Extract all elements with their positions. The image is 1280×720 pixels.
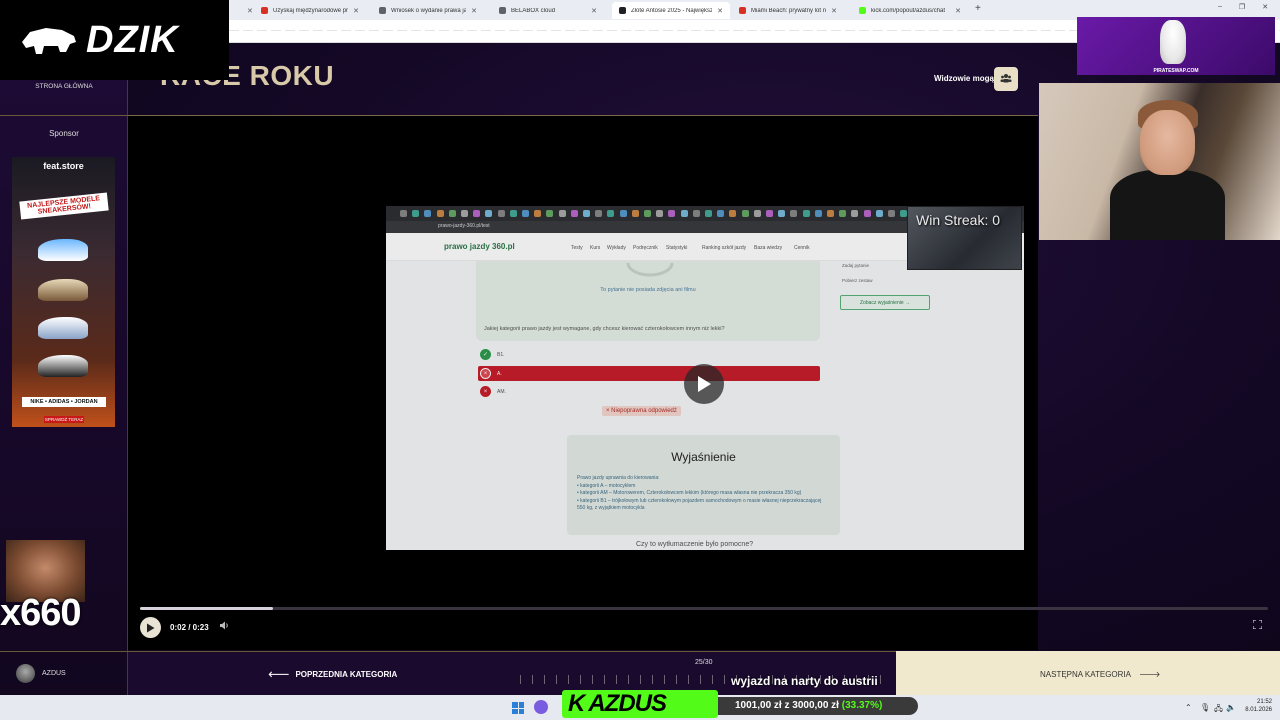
chevron-up-icon[interactable]: ⌃ [1185,703,1192,712]
browser-tab[interactable]: Wniosek o wydanie prawa jazdy ✕ [372,2,484,19]
tab-favicon-icon [499,7,506,14]
tab-close-icon[interactable]: ✕ [240,2,254,19]
tab-favicon-icon [859,7,866,14]
tab-title: Miami Beach: prywatny lot nad [751,7,827,14]
category-counter: 25/30 [695,659,713,666]
user-name: AZDUS [42,670,66,677]
tab-close-icon[interactable]: ✕ [955,7,961,15]
tab-favicon-icon [739,7,746,14]
close-window-button[interactable]: ✕ [1262,3,1268,11]
sneaker-image [38,355,88,377]
kick-k-icon: K [568,690,585,717]
ad-headline: NAJLEPSZE MODELE SNEAKERSÓW! [19,192,109,220]
network-icon[interactable]: 🖧 [1214,703,1223,717]
tab-close-icon[interactable]: ✕ [831,7,837,15]
browser-tab[interactable]: Złote Antosie 2025 - Największ ✕ [612,2,730,19]
window-controls: – ❐ ✕ [1218,3,1268,11]
progress-fill [140,607,274,610]
sponsor-label: Sponsor [49,129,79,138]
sneaker-image [38,317,88,339]
tab-favicon-icon [619,7,626,14]
next-category-button[interactable]: NASTĘPNA KATEGORIA 🡒 [1040,669,1160,679]
arrow-right-icon: 🡒 [1138,670,1161,679]
tab-title: Uzyskaj międzynarodowe praw [273,7,349,14]
tab-title: kick.com/popout/azdus/chat [871,7,946,14]
nav-divider [0,651,128,652]
arrow-left-icon: 🡐 [268,670,290,679]
ad-brands: NIKE • ADIDAS • JORDAN [22,397,106,407]
brand-logo: DZIK [86,19,179,61]
maximize-button[interactable]: ❐ [1239,3,1245,11]
tab-title: BELABOX cloud [511,7,556,14]
group-icon [1000,73,1012,86]
tab-favicon-icon [379,7,386,14]
play-button[interactable] [140,617,161,638]
tab-close-icon[interactable]: ✕ [591,7,597,15]
marquee-text: wyjazd na narty do austrii [731,674,878,688]
viewers-group-button[interactable] [994,67,1018,91]
big-play-button[interactable] [684,364,724,404]
minimize-button[interactable]: – [1218,3,1222,11]
new-tab-button[interactable]: + [975,3,981,14]
sponsor-ad[interactable]: feat.store NAJLEPSZE MODELE SNEAKERSÓW! … [12,157,115,427]
browser-tab[interactable]: BELABOX cloud ✕ [492,2,604,19]
boar-logo-icon [22,28,76,54]
time-display: 0:02 / 0:23 [170,623,209,632]
nav-home-link[interactable]: STRONA GŁÓWNA [0,83,128,90]
duck-mascot-image [1160,20,1186,64]
speaker-icon[interactable]: 🔈 [1226,703,1236,712]
multiplier-counter: x660 [0,592,82,634]
sponsor-label-text: PIRATESWAP.COM [1153,68,1199,74]
tab-favicon-icon [261,7,268,14]
tab-close-icon[interactable]: ✕ [353,7,359,15]
previous-category-button[interactable]: 🡐 POPRZEDNIA KATEGORIA [268,669,397,679]
tab-close-icon[interactable]: ✕ [471,7,477,15]
volume-icon[interactable] [220,621,230,633]
sneaker-image [38,279,88,301]
browser-tab[interactable]: Miami Beach: prywatny lot nad ✕ [732,2,844,19]
tab-title: Złote Antosie 2025 - Największ [631,7,713,14]
browser-tab[interactable]: kick.com/popout/azdus/chat ✕ [852,2,968,19]
kick-channel-name: AZDUS [588,690,667,717]
ad-cta: SPRAWDŹ TERAZ [44,416,84,423]
browser-tab[interactable]: Uzyskaj międzynarodowe praw ✕ [254,2,366,19]
kick-badge: K AZDUS [562,690,718,718]
tab-close-icon[interactable]: ✕ [717,7,723,15]
windows-start-icon[interactable] [512,702,524,714]
nav-divider [0,115,128,116]
webcam-person-face [1140,110,1195,175]
play-icon [698,376,711,392]
progress-track[interactable] [140,607,1268,610]
viewers-label: Widzowie mogą [934,74,994,83]
ad-store-name: feat.store [43,161,84,171]
webcam-person-body [1110,170,1225,240]
donation-goal-text: 1001,00 zł z 3000,00 zł (33.37%) [735,700,883,711]
fullscreen-icon[interactable] [1252,619,1263,632]
sneaker-image [38,239,88,261]
tab-title: Wniosek o wydanie prawa jazdy [391,7,467,14]
microphone-icon[interactable]: 🎙 [1200,703,1210,712]
avatar[interactable] [16,664,35,683]
play-icon [147,623,155,632]
taskbar-clock[interactable]: 21:52 8.01.2026 [1240,698,1272,714]
app-icon[interactable] [534,700,548,714]
